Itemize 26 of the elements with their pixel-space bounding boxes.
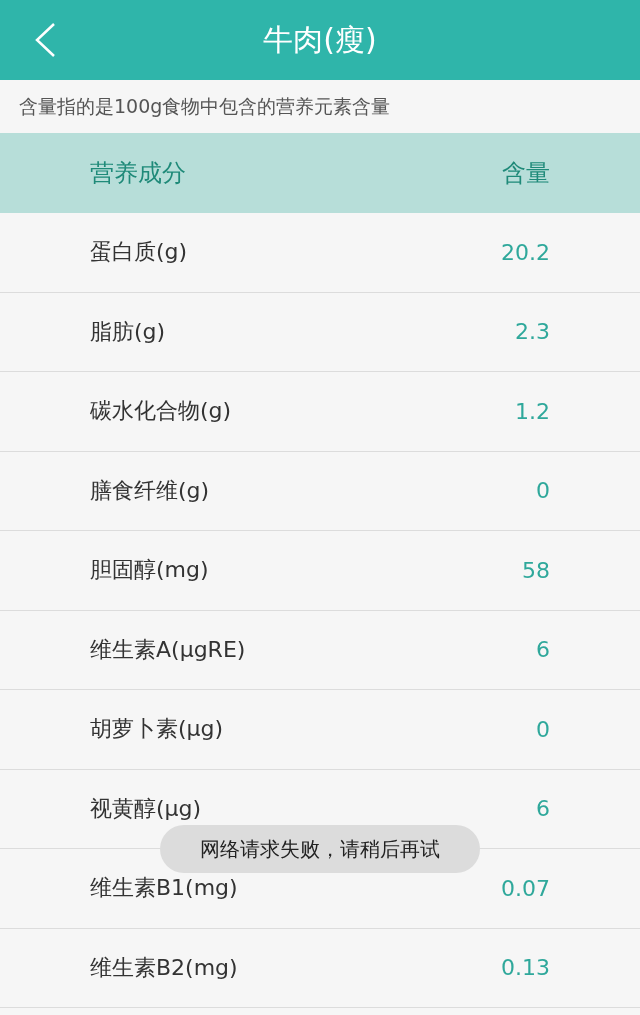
nutrient-name: 视黄醇(μg) <box>90 794 202 823</box>
nutrient-name: 胡萝卜素(μg) <box>90 715 224 744</box>
nutrient-name: 脂肪(g) <box>90 317 166 346</box>
back-icon[interactable] <box>33 22 57 58</box>
nutrient-value: 20.2 <box>501 239 550 265</box>
nutrient-name: 维生素B2(mg) <box>90 953 238 982</box>
nutrient-name: 维生素B1(mg) <box>90 874 238 903</box>
nutrient-name: 蛋白质(g) <box>90 238 188 267</box>
nutrient-value: 1.2 <box>515 398 550 424</box>
nutrient-name: 膳食纤维(g) <box>90 476 210 505</box>
nutrient-name: 胆固醇(mg) <box>90 556 209 585</box>
note-text: 含量指的是100g食物中包含的营养元素含量 <box>18 93 392 119</box>
column-header: 营养成分 <box>90 158 186 189</box>
nutrient-value: 2.3 <box>515 319 550 345</box>
nutrient-value: 0.07 <box>501 875 550 901</box>
nutrient-value: 0.13 <box>501 955 550 981</box>
nutrient-name: 维生素A(μgRE) <box>90 635 246 664</box>
nutrient-name: 碳水化合物(g) <box>90 397 232 426</box>
nutrient-value: 6 <box>536 637 550 663</box>
nutrient-value: 58 <box>522 557 550 583</box>
column-header: 含量 <box>502 158 550 189</box>
nutrient-value: 6 <box>536 796 550 822</box>
nutrient-value: 0 <box>536 478 550 504</box>
toast-message: 网络请求失败，请稍后再试 <box>160 825 480 873</box>
nutrient-value: 0 <box>536 716 550 742</box>
page-title: 牛肉(瘦) <box>263 20 377 59</box>
